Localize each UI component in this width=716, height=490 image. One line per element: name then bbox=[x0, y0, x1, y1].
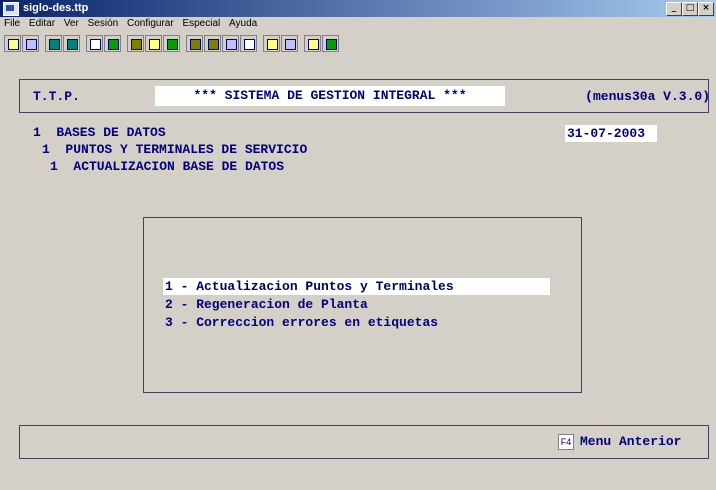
header-box: T.T.P. *** SISTEMA DE GESTION INTEGRAL *… bbox=[19, 79, 710, 113]
grid-icon[interactable] bbox=[240, 34, 257, 52]
play-icon[interactable] bbox=[322, 34, 339, 52]
window-titlebar: siglo-des.ttp _ □ × bbox=[0, 0, 716, 17]
previous-menu-label[interactable]: Menu Anterior bbox=[580, 434, 681, 449]
menu-configurar[interactable]: Configurar bbox=[127, 18, 174, 29]
save-icon[interactable] bbox=[22, 34, 39, 52]
menu-ver[interactable]: Ver bbox=[64, 18, 79, 29]
breadcrumb-level-3: 1 ACTUALIZACION BASE DE DATOS bbox=[50, 159, 285, 174]
menu-option-3[interactable]: 3 - Correccion errores en etiquetas bbox=[165, 314, 438, 331]
cut-icon[interactable] bbox=[45, 34, 62, 52]
menu-bar: File Editar Ver Sesión Configurar Especi… bbox=[0, 18, 716, 32]
copy-icon[interactable] bbox=[63, 34, 80, 52]
pointer-icon[interactable] bbox=[263, 34, 280, 52]
status-bar bbox=[0, 476, 716, 490]
footer-box: F4 Menu Anterior bbox=[19, 425, 709, 459]
breadcrumb-level-1: 1 BASES DE DATOS bbox=[33, 125, 166, 140]
breadcrumb-level-2: 1 PUNTOS Y TERMINALES DE SERVICIO bbox=[42, 142, 308, 157]
menu-option-1[interactable]: 1 - Actualizacion Puntos y Terminales bbox=[163, 278, 550, 295]
session-icon[interactable] bbox=[127, 34, 144, 52]
script-icon[interactable] bbox=[304, 34, 321, 52]
window-controls: _ □ × bbox=[666, 2, 714, 16]
app-icon bbox=[3, 2, 19, 16]
program-version: (menus30a V.3.0) bbox=[585, 89, 710, 104]
menu-ayuda[interactable]: Ayuda bbox=[229, 18, 257, 29]
print-icon[interactable] bbox=[86, 34, 103, 52]
f4-key-icon[interactable]: F4 bbox=[558, 434, 574, 450]
minimize-button[interactable]: _ bbox=[666, 2, 682, 16]
connect-icon[interactable] bbox=[163, 34, 180, 52]
close-button[interactable]: × bbox=[698, 2, 714, 16]
menu-sesion[interactable]: Sesión bbox=[88, 18, 119, 29]
session-properties-icon[interactable] bbox=[145, 34, 162, 52]
maximize-button[interactable]: □ bbox=[682, 2, 698, 16]
keyboard-icon[interactable] bbox=[186, 34, 203, 52]
current-date: 31-07-2003 bbox=[565, 125, 657, 142]
menu-file[interactable]: File bbox=[4, 18, 20, 29]
macro-icon[interactable] bbox=[281, 34, 298, 52]
system-title: *** SISTEMA DE GESTION INTEGRAL *** bbox=[155, 86, 505, 106]
font-icon[interactable] bbox=[222, 34, 239, 52]
display-icon[interactable] bbox=[204, 34, 221, 52]
open-folder-icon[interactable] bbox=[4, 34, 21, 52]
print-setup-icon[interactable] bbox=[104, 34, 121, 52]
terminal-screen[interactable]: T.T.P. *** SISTEMA DE GESTION INTEGRAL *… bbox=[12, 60, 713, 475]
options-menu: 1 - Actualizacion Puntos y Terminales 2 … bbox=[143, 217, 582, 393]
menu-editar[interactable]: Editar bbox=[29, 18, 55, 29]
menu-especial[interactable]: Especial bbox=[182, 18, 220, 29]
toolbar bbox=[4, 33, 714, 53]
system-code: T.T.P. bbox=[33, 89, 80, 104]
window-title: siglo-des.ttp bbox=[23, 2, 89, 14]
menu-option-2[interactable]: 2 - Regeneracion de Planta bbox=[165, 296, 368, 313]
